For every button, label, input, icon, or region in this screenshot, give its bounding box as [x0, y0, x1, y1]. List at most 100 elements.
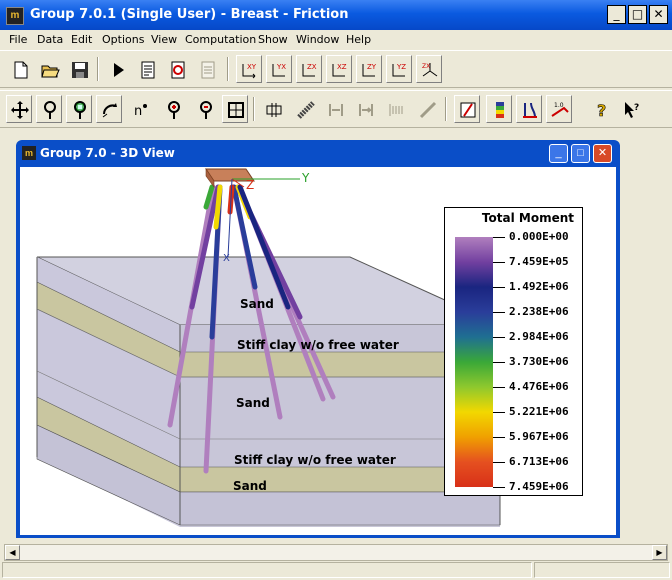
- menu-edit[interactable]: Edit: [71, 33, 92, 46]
- rotate-free-icon[interactable]: [96, 95, 122, 123]
- zoom-window-icon[interactable]: [66, 95, 92, 123]
- view-window-title: Group 7.0 - 3D View: [40, 146, 175, 160]
- menu-view[interactable]: View: [151, 33, 177, 46]
- legend-tick: [493, 337, 505, 338]
- deflection-icon[interactable]: [516, 95, 542, 123]
- report-graphic-icon[interactable]: [164, 55, 190, 83]
- close-button[interactable]: ✕: [649, 5, 668, 24]
- context-help-icon[interactable]: ?: [618, 95, 644, 123]
- color-legend-icon[interactable]: [486, 95, 512, 123]
- rotate-isometric-icon[interactable]: ZX: [416, 55, 442, 83]
- legend-tick: [493, 287, 505, 288]
- total-moment-legend: Total Moment 0.000E+00 7.459E+05 1.492E+06…: [444, 207, 583, 496]
- main-toolbar: XY YX ZX XZ ZY YZ ZX: [0, 50, 672, 88]
- run-play-icon[interactable]: [104, 55, 130, 83]
- scroll-right-icon[interactable]: ▶: [652, 545, 667, 560]
- view-window-icon: m: [22, 146, 36, 160]
- node-number-icon[interactable]: n: [126, 95, 152, 123]
- report-disabled-icon[interactable]: [194, 55, 220, 83]
- maximize-button[interactable]: □: [628, 5, 647, 24]
- svg-text:XY: XY: [247, 63, 257, 71]
- svg-text:XZ: XZ: [337, 63, 347, 71]
- legend-tick: [493, 437, 505, 438]
- legend-tick: [493, 237, 505, 238]
- app-logo-icon: m: [6, 7, 24, 25]
- legend-value: 7.459E+06: [509, 480, 569, 493]
- soil-layer-icon[interactable]: [454, 95, 480, 123]
- svg-text:YX: YX: [276, 63, 286, 71]
- menu-file[interactable]: File: [9, 33, 27, 46]
- menu-bar: File Data Edit Options View Computation …: [0, 30, 672, 49]
- pan-move-icon[interactable]: [6, 95, 32, 123]
- legend-tick: [493, 362, 505, 363]
- legend-value: 5.221E+06: [509, 405, 569, 418]
- pile-section-icon[interactable]: [292, 95, 318, 123]
- fit-view-icon[interactable]: [222, 95, 248, 123]
- view-maximize-button[interactable]: □: [571, 144, 590, 163]
- report-text-icon[interactable]: [134, 55, 160, 83]
- svg-text:n: n: [134, 104, 142, 119]
- status-panel-secondary: [534, 562, 670, 578]
- svg-text:?: ?: [634, 103, 639, 113]
- menu-window[interactable]: Window: [296, 33, 339, 46]
- legend-tick: [493, 262, 505, 263]
- legend-tick: [493, 312, 505, 313]
- menu-computation[interactable]: Computation: [185, 33, 256, 46]
- pile-cap-icon[interactable]: [260, 95, 286, 123]
- rotate-yx-icon[interactable]: YX: [266, 55, 292, 83]
- legend-value: 2.984E+06: [509, 330, 569, 343]
- svg-text:ZX: ZX: [307, 63, 317, 71]
- zoom-out-icon[interactable]: [192, 95, 218, 123]
- menu-data[interactable]: Data: [37, 33, 63, 46]
- view-close-button[interactable]: ✕: [593, 144, 612, 163]
- minimize-button[interactable]: _: [607, 5, 626, 24]
- toolbar-separator: [253, 97, 255, 121]
- rotate-xy-icon[interactable]: XY: [236, 55, 262, 83]
- new-file-icon[interactable]: [6, 55, 32, 83]
- window-title: Group 7.0.1 (Single User) - Breast - Fri…: [30, 7, 349, 22]
- legend-value: 3.730E+06: [509, 355, 569, 368]
- menu-help[interactable]: Help: [346, 33, 371, 46]
- soil-label-sand-3: Sand: [233, 479, 267, 493]
- pile-spring-disabled-icon[interactable]: [382, 95, 408, 123]
- rotate-zy-icon[interactable]: ZY: [356, 55, 382, 83]
- help-icon[interactable]: ?: [588, 95, 614, 123]
- legend-tick: [493, 387, 505, 388]
- view-toolbar: n 1.0 ? ?: [0, 90, 672, 128]
- horizontal-scrollbar[interactable]: ◀ ▶: [4, 544, 668, 561]
- slope-disabled-icon[interactable]: [414, 95, 440, 123]
- soil-label-sand-2: Sand: [236, 396, 270, 410]
- legend-value: 4.476E+06: [509, 380, 569, 393]
- legend-value: 7.459E+05: [509, 255, 569, 268]
- rotate-xz-icon[interactable]: XZ: [326, 55, 352, 83]
- pile-load-disabled-icon[interactable]: [352, 95, 378, 123]
- svg-text:ZY: ZY: [367, 63, 377, 71]
- soil-label-stiff-clay-1: Stiff clay w/o free water: [237, 338, 399, 352]
- menu-show[interactable]: Show: [258, 33, 288, 46]
- soil-label-sand-1: Sand: [240, 297, 274, 311]
- zoom-in-icon[interactable]: [160, 95, 186, 123]
- scale-icon[interactable]: 1.0: [546, 95, 572, 123]
- zoom-icon[interactable]: [36, 95, 62, 123]
- x-axis-label: X: [223, 253, 230, 264]
- legend-color-bar: [455, 237, 493, 487]
- rotate-zx-icon[interactable]: ZX: [296, 55, 322, 83]
- scroll-left-icon[interactable]: ◀: [5, 545, 20, 560]
- svg-text:ZX: ZX: [422, 63, 430, 70]
- title-bar: m Group 7.0.1 (Single User) - Breast - F…: [0, 0, 672, 30]
- pile-head-disabled-icon[interactable]: [322, 95, 348, 123]
- legend-tick: [493, 462, 505, 463]
- rotate-yz-icon[interactable]: YZ: [386, 55, 412, 83]
- toolbar-separator: [97, 57, 99, 81]
- legend-value: 2.238E+06: [509, 305, 569, 318]
- view-minimize-button[interactable]: _: [549, 144, 568, 163]
- legend-tick: [493, 487, 505, 488]
- svg-text:1.0: 1.0: [554, 102, 564, 109]
- menu-options[interactable]: Options: [102, 33, 144, 46]
- svg-text:?: ?: [597, 101, 606, 120]
- open-folder-icon[interactable]: [36, 55, 62, 83]
- legend-value: 6.713E+06: [509, 455, 569, 468]
- legend-title: Total Moment: [481, 211, 574, 225]
- save-disk-icon[interactable]: [66, 55, 92, 83]
- status-panel-main: [2, 562, 532, 578]
